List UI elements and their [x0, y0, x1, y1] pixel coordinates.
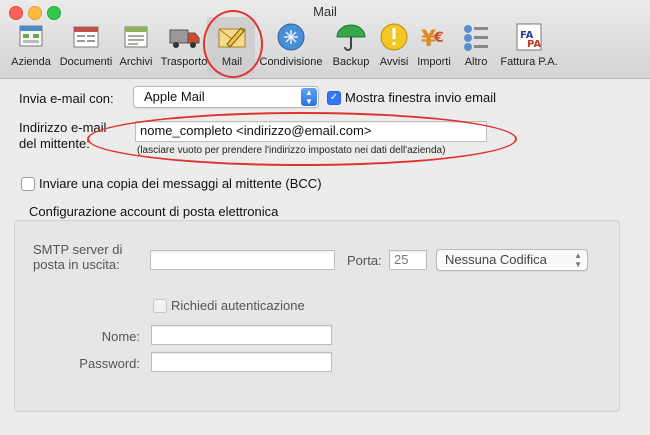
sender-label-line2: del mittente: — [19, 136, 90, 151]
bcc-label: Inviare una copia dei messaggi al mitten… — [39, 176, 322, 191]
auth-label: Richiedi autenticazione — [171, 298, 305, 313]
mail-client-value: Apple Mail — [144, 89, 205, 104]
show-window-checkbox[interactable]: ✓ — [327, 91, 341, 105]
show-window-label: Mostra finestra invio email — [345, 90, 496, 105]
documents-icon — [73, 26, 99, 48]
password-label: Password: — [79, 356, 140, 371]
chevron-updown-icon: ▲ ▼ — [574, 251, 582, 269]
smtp-label-line2: posta in uscita: — [33, 257, 120, 272]
send-with-label: Invia e-mail con: — [19, 91, 114, 106]
fattura-pa-icon: FA PA — [516, 23, 542, 51]
currency-icon: ¥ € — [421, 27, 444, 52]
truck-icon — [169, 29, 200, 48]
toolbar-item-archivi[interactable]: Archivi — [116, 20, 156, 72]
toolbar-item-avvisi[interactable]: Avvisi — [376, 20, 412, 72]
smtp-label-line1: SMTP server di — [33, 242, 123, 257]
umbrella-icon — [336, 24, 366, 51]
smtp-server-input[interactable] — [150, 250, 335, 270]
svg-text:PA: PA — [527, 39, 541, 50]
sharing-icon — [277, 23, 305, 51]
password-input[interactable] — [151, 352, 332, 372]
alert-icon — [380, 23, 408, 51]
company-icon — [19, 25, 43, 47]
encoding-value: Nessuna Codifica — [445, 252, 547, 267]
window-title: Mail — [313, 4, 337, 19]
mail-client-select[interactable]: Apple Mail ▲ ▼ — [133, 86, 319, 108]
archive-icon — [124, 26, 148, 48]
auth-checkbox[interactable] — [153, 299, 167, 313]
annotation-ellipse-sender — [87, 112, 517, 166]
encoding-select[interactable]: Nessuna Codifica ▲ ▼ — [436, 249, 588, 271]
toolbar-item-altro[interactable]: Altro — [458, 20, 494, 72]
toolbar-item-importi[interactable]: ¥ € Importi — [414, 20, 454, 72]
account-heading: Configurazione account di posta elettron… — [29, 204, 279, 219]
port-input[interactable]: 25 — [389, 250, 427, 270]
name-label: Nome: — [101, 329, 140, 344]
svg-text:€: € — [433, 30, 444, 46]
toolbar-item-condivisione[interactable]: Condivisione — [258, 20, 324, 72]
other-icon — [464, 25, 488, 51]
toolbar-item-azienda[interactable]: Azienda — [6, 20, 56, 72]
name-input[interactable] — [151, 325, 332, 345]
toolbar-item-fattura-pa[interactable]: FA PA Fattura P.A. — [498, 20, 560, 72]
checkmark-icon: ✓ — [329, 92, 339, 103]
chevron-updown-icon: ▲ ▼ — [301, 88, 317, 106]
toolbar-item-documenti[interactable]: Documenti — [56, 20, 116, 72]
toolbar-item-backup[interactable]: Backup — [330, 20, 372, 72]
bcc-checkbox[interactable] — [21, 177, 35, 191]
port-label: Porta: — [347, 253, 382, 268]
annotation-circle-mail — [203, 10, 263, 78]
